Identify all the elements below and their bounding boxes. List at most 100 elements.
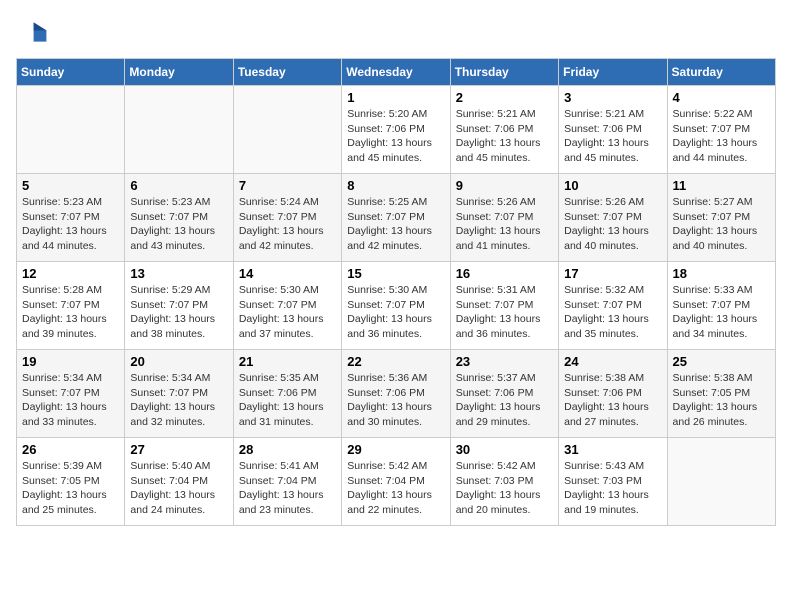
- calendar-cell: 20Sunrise: 5:34 AM Sunset: 7:07 PM Dayli…: [125, 350, 233, 438]
- calendar-cell: 8 Sunrise: 5:25 AM Sunset: 7:07 PM Daylig…: [342, 174, 450, 262]
- calendar-cell: [125, 86, 233, 174]
- day-info: Sunrise: 5:34 AM Sunset: 7:07 PM Dayligh…: [22, 371, 119, 430]
- day-number: 29: [347, 442, 444, 457]
- day-number: 4: [673, 90, 770, 105]
- calendar-table: SundayMondayTuesdayWednesdayThursdayFrid…: [16, 58, 776, 526]
- day-number: 17: [564, 266, 661, 281]
- week-row: 26Sunrise: 5:39 AM Sunset: 7:05 PM Dayli…: [17, 438, 776, 526]
- day-info: Sunrise: 5:40 AM Sunset: 7:04 PM Dayligh…: [130, 459, 227, 518]
- day-info: Sunrise: 5:23 AM Sunset: 7:07 PM Dayligh…: [22, 195, 119, 254]
- day-number: 8: [347, 178, 444, 193]
- week-row: 1 Sunrise: 5:20 AM Sunset: 7:06 PM Daylig…: [17, 86, 776, 174]
- day-info: Sunrise: 5:23 AM Sunset: 7:07 PM Dayligh…: [130, 195, 227, 254]
- calendar-cell: [233, 86, 341, 174]
- calendar-cell: 23 Sunrise: 5:37 AM Sunset: 7:06 PM Dayli…: [450, 350, 558, 438]
- day-number: 28: [239, 442, 336, 457]
- header-cell-wednesday: Wednesday: [342, 59, 450, 86]
- day-number: 31: [564, 442, 661, 457]
- calendar-cell: 6 Sunrise: 5:23 AM Sunset: 7:07 PM Daylig…: [125, 174, 233, 262]
- day-info: Sunrise: 5:27 AM Sunset: 7:07 PM Dayligh…: [673, 195, 770, 254]
- day-info: Sunrise: 5:31 AM Sunset: 7:07 PM Dayligh…: [456, 283, 553, 342]
- calendar-cell: 10 Sunrise: 5:26 AM Sunset: 7:07 PM Dayli…: [559, 174, 667, 262]
- day-info: Sunrise: 5:20 AM Sunset: 7:06 PM Dayligh…: [347, 107, 444, 166]
- calendar-cell: 24 Sunrise: 5:38 AM Sunset: 7:06 PM Dayli…: [559, 350, 667, 438]
- header-row: SundayMondayTuesdayWednesdayThursdayFrid…: [17, 59, 776, 86]
- calendar-cell: 16 Sunrise: 5:31 AM Sunset: 7:07 PM Dayli…: [450, 262, 558, 350]
- day-info: Sunrise: 5:38 AM Sunset: 7:05 PM Dayligh…: [673, 371, 770, 430]
- calendar-cell: 15 Sunrise: 5:30 AM Sunset: 7:07 PM Dayli…: [342, 262, 450, 350]
- day-number: 14: [239, 266, 336, 281]
- day-number: 30: [456, 442, 553, 457]
- logo: [16, 16, 52, 48]
- header-cell-thursday: Thursday: [450, 59, 558, 86]
- day-info: Sunrise: 5:25 AM Sunset: 7:07 PM Dayligh…: [347, 195, 444, 254]
- calendar-cell: 7 Sunrise: 5:24 AM Sunset: 7:07 PM Daylig…: [233, 174, 341, 262]
- calendar-cell: 31Sunrise: 5:43 AM Sunset: 7:03 PM Dayli…: [559, 438, 667, 526]
- header-cell-saturday: Saturday: [667, 59, 775, 86]
- day-info: Sunrise: 5:30 AM Sunset: 7:07 PM Dayligh…: [347, 283, 444, 342]
- calendar-cell: 4Sunrise: 5:22 AM Sunset: 7:07 PM Daylig…: [667, 86, 775, 174]
- calendar-cell: 12 Sunrise: 5:28 AM Sunset: 7:07 PM Dayli…: [17, 262, 125, 350]
- calendar-cell: 26Sunrise: 5:39 AM Sunset: 7:05 PM Dayli…: [17, 438, 125, 526]
- calendar-cell: 11 Sunrise: 5:27 AM Sunset: 7:07 PM Dayli…: [667, 174, 775, 262]
- header-cell-sunday: Sunday: [17, 59, 125, 86]
- day-info: Sunrise: 5:42 AM Sunset: 7:03 PM Dayligh…: [456, 459, 553, 518]
- calendar-cell: 27 Sunrise: 5:40 AM Sunset: 7:04 PM Dayli…: [125, 438, 233, 526]
- calendar-cell: 17 Sunrise: 5:32 AM Sunset: 7:07 PM Dayli…: [559, 262, 667, 350]
- day-number: 3: [564, 90, 661, 105]
- calendar-cell: 3 Sunrise: 5:21 AM Sunset: 7:06 PM Daylig…: [559, 86, 667, 174]
- day-number: 27: [130, 442, 227, 457]
- day-info: Sunrise: 5:36 AM Sunset: 7:06 PM Dayligh…: [347, 371, 444, 430]
- day-info: Sunrise: 5:21 AM Sunset: 7:06 PM Dayligh…: [564, 107, 661, 166]
- calendar-cell: 2Sunrise: 5:21 AM Sunset: 7:06 PM Daylig…: [450, 86, 558, 174]
- calendar-cell: 5Sunrise: 5:23 AM Sunset: 7:07 PM Daylig…: [17, 174, 125, 262]
- day-number: 19: [22, 354, 119, 369]
- day-info: Sunrise: 5:32 AM Sunset: 7:07 PM Dayligh…: [564, 283, 661, 342]
- day-info: Sunrise: 5:24 AM Sunset: 7:07 PM Dayligh…: [239, 195, 336, 254]
- day-info: Sunrise: 5:33 AM Sunset: 7:07 PM Dayligh…: [673, 283, 770, 342]
- header-cell-tuesday: Tuesday: [233, 59, 341, 86]
- day-number: 9: [456, 178, 553, 193]
- day-number: 25: [673, 354, 770, 369]
- day-number: 12: [22, 266, 119, 281]
- day-info: Sunrise: 5:28 AM Sunset: 7:07 PM Dayligh…: [22, 283, 119, 342]
- day-number: 11: [673, 178, 770, 193]
- calendar-cell: 22 Sunrise: 5:36 AM Sunset: 7:06 PM Dayli…: [342, 350, 450, 438]
- calendar-cell: [17, 86, 125, 174]
- header-cell-monday: Monday: [125, 59, 233, 86]
- day-number: 2: [456, 90, 553, 105]
- day-number: 7: [239, 178, 336, 193]
- calendar-cell: 28Sunrise: 5:41 AM Sunset: 7:04 PM Dayli…: [233, 438, 341, 526]
- week-row: 19 Sunrise: 5:34 AM Sunset: 7:07 PM Dayli…: [17, 350, 776, 438]
- calendar-cell: [667, 438, 775, 526]
- calendar-cell: 21Sunrise: 5:35 AM Sunset: 7:06 PM Dayli…: [233, 350, 341, 438]
- calendar-cell: 19 Sunrise: 5:34 AM Sunset: 7:07 PM Dayli…: [17, 350, 125, 438]
- day-info: Sunrise: 5:35 AM Sunset: 7:06 PM Dayligh…: [239, 371, 336, 430]
- calendar-cell: 13Sunrise: 5:29 AM Sunset: 7:07 PM Dayli…: [125, 262, 233, 350]
- calendar-cell: 14Sunrise: 5:30 AM Sunset: 7:07 PM Dayli…: [233, 262, 341, 350]
- day-info: Sunrise: 5:39 AM Sunset: 7:05 PM Dayligh…: [22, 459, 119, 518]
- calendar-cell: 9 Sunrise: 5:26 AM Sunset: 7:07 PM Daylig…: [450, 174, 558, 262]
- page-header: [16, 16, 776, 48]
- day-number: 18: [673, 266, 770, 281]
- day-info: Sunrise: 5:26 AM Sunset: 7:07 PM Dayligh…: [456, 195, 553, 254]
- logo-icon: [16, 16, 48, 48]
- header-cell-friday: Friday: [559, 59, 667, 86]
- day-info: Sunrise: 5:29 AM Sunset: 7:07 PM Dayligh…: [130, 283, 227, 342]
- day-info: Sunrise: 5:42 AM Sunset: 7:04 PM Dayligh…: [347, 459, 444, 518]
- day-number: 22: [347, 354, 444, 369]
- day-number: 24: [564, 354, 661, 369]
- calendar-cell: 29 Sunrise: 5:42 AM Sunset: 7:04 PM Dayli…: [342, 438, 450, 526]
- day-number: 10: [564, 178, 661, 193]
- day-number: 1: [347, 90, 444, 105]
- day-number: 6: [130, 178, 227, 193]
- day-info: Sunrise: 5:34 AM Sunset: 7:07 PM Dayligh…: [130, 371, 227, 430]
- day-info: Sunrise: 5:37 AM Sunset: 7:06 PM Dayligh…: [456, 371, 553, 430]
- day-info: Sunrise: 5:38 AM Sunset: 7:06 PM Dayligh…: [564, 371, 661, 430]
- week-row: 12 Sunrise: 5:28 AM Sunset: 7:07 PM Dayli…: [17, 262, 776, 350]
- day-number: 23: [456, 354, 553, 369]
- calendar-cell: 25 Sunrise: 5:38 AM Sunset: 7:05 PM Dayli…: [667, 350, 775, 438]
- day-number: 16: [456, 266, 553, 281]
- day-info: Sunrise: 5:26 AM Sunset: 7:07 PM Dayligh…: [564, 195, 661, 254]
- day-number: 15: [347, 266, 444, 281]
